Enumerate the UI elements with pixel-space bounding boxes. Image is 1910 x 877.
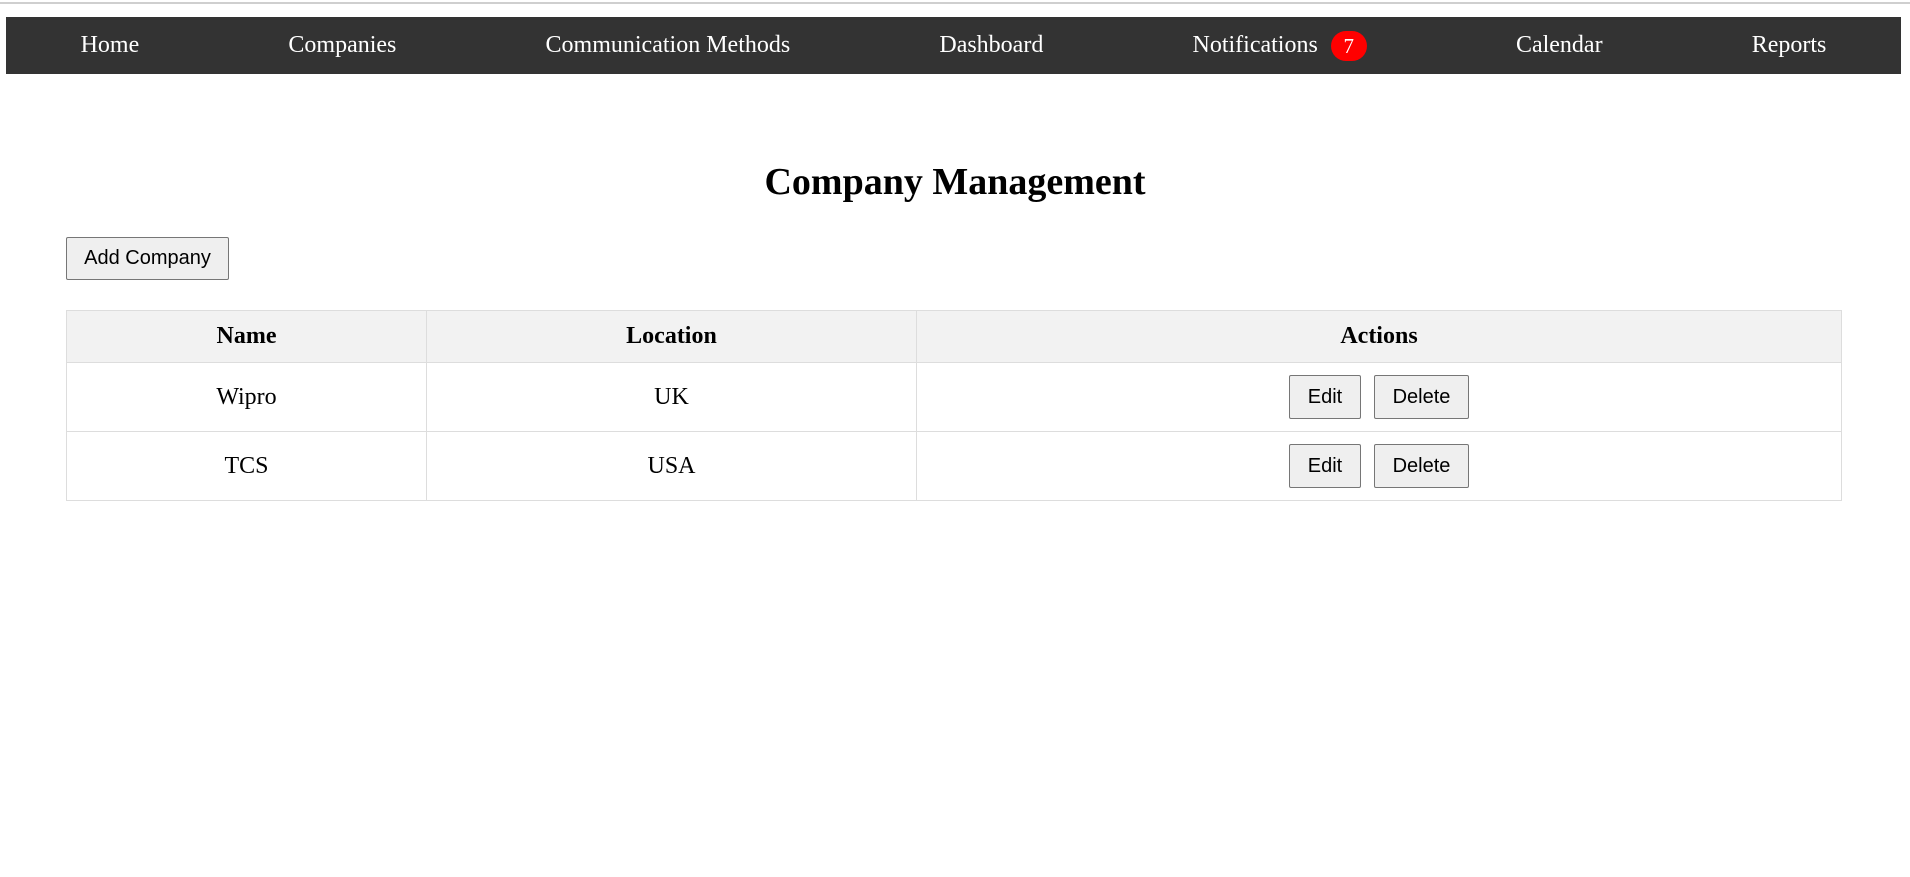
company-name-cell: Wipro [66, 362, 427, 432]
window-top-border [0, 2, 1910, 4]
edit-button[interactable]: Edit [1289, 375, 1361, 419]
nav-link-communication-methods[interactable]: Communication Methods [546, 32, 791, 59]
actions-cell: Edit Delete [916, 431, 1842, 501]
nav-link-reports[interactable]: Reports [1752, 32, 1827, 59]
company-name-cell: TCS [66, 431, 427, 501]
nav-link-notifications-label: Notifications [1192, 32, 1318, 58]
edit-button[interactable]: Edit [1289, 444, 1361, 488]
nav-link-calendar[interactable]: Calendar [1516, 32, 1603, 59]
nav-link-home[interactable]: Home [81, 32, 140, 59]
actions-cell: Edit Delete [916, 362, 1842, 432]
page-title: Company Management [764, 161, 1146, 203]
companies-table: Name Location Actions Wipro UK Edit Delet… [66, 310, 1842, 501]
column-header-location: Location [426, 310, 917, 363]
column-header-name: Name [66, 310, 427, 363]
nav-link-dashboard[interactable]: Dashboard [939, 32, 1043, 59]
delete-button[interactable]: Delete [1374, 444, 1469, 488]
column-header-actions: Actions [916, 310, 1842, 363]
table-row: TCS USA Edit Delete [66, 431, 1842, 501]
table-header-row: Name Location Actions [66, 310, 1842, 363]
delete-button[interactable]: Delete [1374, 375, 1469, 419]
table-row: Wipro UK Edit Delete [66, 362, 1842, 432]
company-location-cell: UK [426, 362, 917, 432]
nav-link-notifications[interactable]: Notifications 7 [1192, 30, 1367, 61]
top-navbar: Home Companies Communication Methods Das… [6, 17, 1901, 74]
company-location-cell: USA [426, 431, 917, 501]
add-company-button[interactable]: Add Company [66, 237, 229, 280]
notification-count-badge: 7 [1330, 30, 1367, 61]
nav-link-companies[interactable]: Companies [288, 32, 396, 59]
